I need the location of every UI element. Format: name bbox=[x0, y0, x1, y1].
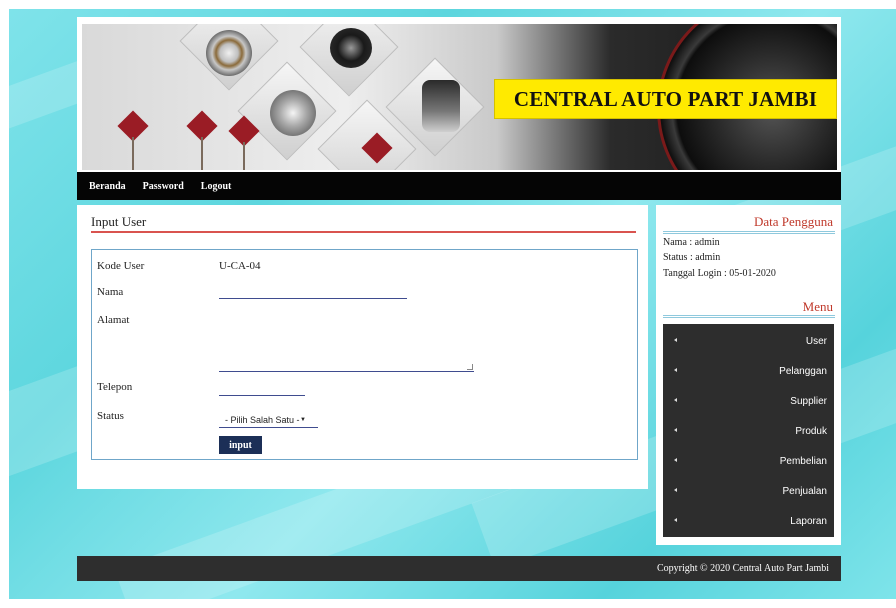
banner-image: CENTRAL AUTO PART JAMBI bbox=[82, 24, 837, 170]
status-label: Status bbox=[97, 410, 124, 422]
status-select-value: - Pilih Salah Satu - bbox=[225, 414, 300, 425]
menu-item-label: Pelanggan bbox=[779, 365, 827, 377]
top-navigation: Beranda Password Logout bbox=[77, 172, 841, 200]
caret-left-icon bbox=[674, 338, 677, 342]
menu-item-pelanggan[interactable]: Pelanggan bbox=[663, 356, 834, 386]
menu-item-user[interactable]: User bbox=[663, 326, 834, 356]
nama-input[interactable] bbox=[219, 298, 407, 299]
caret-left-icon bbox=[674, 488, 677, 492]
nav-link-beranda[interactable]: Beranda bbox=[89, 181, 126, 192]
alamat-label: Alamat bbox=[97, 314, 130, 326]
kode-user-label: Kode User bbox=[97, 260, 145, 272]
menu-item-supplier[interactable]: Supplier bbox=[663, 386, 834, 416]
resize-grip-icon[interactable] bbox=[467, 364, 473, 370]
input-user-form: Kode User U-CA-04 Nama Alamat Telepon St… bbox=[91, 249, 638, 460]
sidebar-menu: User Pelanggan Supplier Produk Pembelian… bbox=[663, 324, 834, 537]
login-date-info: Tanggal Login : 05-01-2020 bbox=[663, 268, 776, 279]
caret-left-icon bbox=[674, 518, 677, 522]
copyright-text: Copyright © 2020 Central Auto Part Jambi bbox=[656, 563, 829, 574]
caret-left-icon bbox=[674, 428, 677, 432]
banner: CENTRAL AUTO PART JAMBI bbox=[77, 17, 841, 172]
input-submit-button[interactable]: input bbox=[219, 436, 262, 454]
triangle-down-icon: ▼ bbox=[300, 416, 306, 423]
hub-part bbox=[270, 90, 316, 136]
data-pengguna-heading: Data Pengguna bbox=[753, 214, 833, 229]
menu-item-pembelian[interactable]: Pembelian bbox=[663, 446, 834, 476]
banner-title: CENTRAL AUTO PART JAMBI bbox=[494, 79, 837, 119]
caret-left-icon bbox=[674, 368, 677, 372]
bearing-part bbox=[206, 30, 252, 76]
alamat-textarea[interactable] bbox=[219, 324, 474, 372]
title-divider bbox=[91, 231, 636, 233]
nav-link-logout[interactable]: Logout bbox=[201, 181, 232, 192]
menu-item-label: Penjualan bbox=[782, 485, 827, 497]
menu-item-label: Supplier bbox=[790, 395, 827, 407]
header: CENTRAL AUTO PART JAMBI Beranda Password… bbox=[77, 17, 841, 200]
sidebar: Data Pengguna Nama : admin Status : admi… bbox=[656, 205, 841, 545]
nama-label: Nama bbox=[97, 286, 124, 298]
input-user-panel: Input User Kode User U-CA-04 Nama Alamat… bbox=[77, 205, 648, 489]
telepon-input[interactable] bbox=[219, 395, 305, 396]
menu-item-label: Pembelian bbox=[779, 455, 827, 467]
nav-link-password[interactable]: Password bbox=[143, 181, 184, 192]
menu-item-label: User bbox=[805, 335, 827, 347]
kode-user-value: U-CA-04 bbox=[219, 260, 261, 272]
caret-left-icon bbox=[674, 398, 677, 402]
menu-item-laporan[interactable]: Laporan bbox=[663, 506, 834, 536]
motor-part bbox=[330, 28, 372, 68]
menu-item-produk[interactable]: Produk bbox=[663, 416, 834, 446]
panel-title: Input User bbox=[91, 214, 147, 229]
bracket-part bbox=[422, 80, 460, 132]
sidebar-divider bbox=[663, 231, 835, 234]
menu-item-label: Laporan bbox=[790, 515, 827, 527]
caret-left-icon bbox=[674, 458, 677, 462]
telepon-label: Telepon bbox=[97, 381, 133, 393]
status-select[interactable]: - Pilih Salah Satu - ▼ bbox=[219, 412, 318, 428]
menu-divider bbox=[663, 315, 835, 318]
user-status-info: Status : admin bbox=[663, 252, 721, 263]
menu-item-penjualan[interactable]: Penjualan bbox=[663, 476, 834, 506]
user-nama-info: Nama : admin bbox=[663, 237, 720, 248]
footer: Copyright © 2020 Central Auto Part Jambi bbox=[77, 556, 841, 581]
menu-heading: Menu bbox=[802, 299, 833, 314]
menu-item-label: Produk bbox=[795, 425, 827, 437]
